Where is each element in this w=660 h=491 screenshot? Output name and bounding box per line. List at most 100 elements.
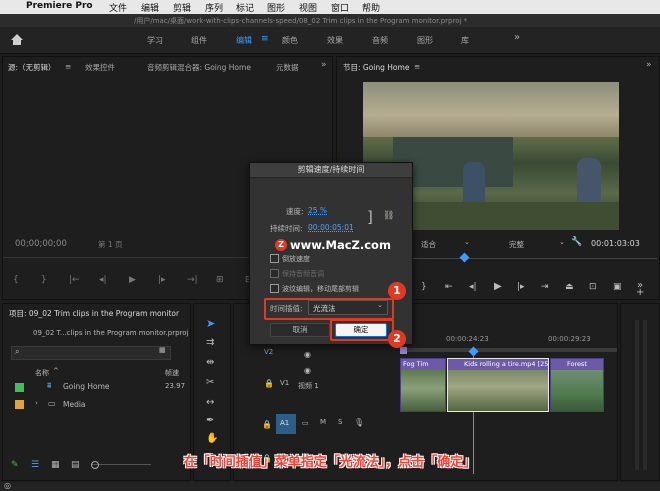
pen-tool-icon[interactable]: ✒ bbox=[206, 415, 214, 426]
program-goto-out-icon[interactable]: ⇥ bbox=[541, 282, 549, 292]
timeline-ruler[interactable] bbox=[400, 348, 617, 352]
track-a1-target[interactable]: A1 bbox=[276, 414, 296, 434]
track-v2-target[interactable]: V2 bbox=[264, 348, 273, 356]
a1-solo-button[interactable]: S bbox=[338, 418, 342, 426]
program-panel-menu-icon[interactable]: ≡ bbox=[414, 62, 420, 71]
workspace-libraries[interactable]: 库 bbox=[461, 35, 469, 46]
project-search-input[interactable]: ⌕ bbox=[11, 346, 171, 360]
duration-value[interactable]: 00:00:05:01 bbox=[308, 223, 354, 232]
clip-kids-rolling-tire[interactable]: Kids rolling a tire.mp4 [25% bbox=[447, 358, 549, 412]
source-insert-icon[interactable]: ⊞ bbox=[216, 275, 224, 285]
v1-eye-icon[interactable]: ◉ bbox=[304, 366, 311, 375]
speed-value[interactable]: 25 % bbox=[308, 206, 327, 215]
program-goto-in-icon[interactable]: ⇤ bbox=[445, 282, 453, 292]
hand-tool-icon[interactable]: ✋ bbox=[206, 433, 218, 444]
interp-select[interactable]: 光流法 ⌄ bbox=[308, 300, 388, 315]
ripple-edit-checkbox[interactable] bbox=[270, 284, 279, 293]
source-goto-in-icon[interactable]: |← bbox=[69, 275, 80, 285]
program-lift-icon[interactable]: ⏏ bbox=[565, 282, 574, 292]
tab-effect-controls[interactable]: 效果控件 bbox=[85, 62, 115, 73]
program-fit-select[interactable]: 适合 bbox=[421, 239, 436, 250]
program-quality-select[interactable]: 完整 bbox=[509, 239, 524, 250]
reverse-speed-checkbox[interactable] bbox=[270, 254, 279, 263]
menubar: Premiere Pro 文件 编辑 剪辑 序列 标记 图形 视图 窗口 帮助 bbox=[0, 0, 660, 14]
clip-fog[interactable]: Fog Tim bbox=[400, 358, 446, 412]
project-item-going-home[interactable]: Going Home bbox=[63, 382, 110, 391]
workspace-graphics[interactable]: 图形 bbox=[417, 35, 433, 46]
workspace-audio[interactable]: 音频 bbox=[372, 35, 388, 46]
workspace-overflow-icon[interactable]: » bbox=[514, 32, 520, 43]
sort-chevron-icon[interactable]: ^ bbox=[53, 367, 59, 375]
a1-mute-button[interactable]: M bbox=[320, 418, 326, 426]
settings-wrench-icon[interactable]: 🔧 bbox=[571, 237, 582, 247]
workspace-learn[interactable]: 学习 bbox=[147, 35, 163, 46]
source-mark-in-icon[interactable]: { bbox=[13, 275, 19, 285]
maintain-pitch-checkbox[interactable] bbox=[270, 269, 279, 278]
maintain-pitch-label: 保持音频音调 bbox=[282, 270, 324, 278]
app-menu[interactable]: Premiere Pro bbox=[26, 1, 93, 11]
menu-view[interactable]: 视图 bbox=[299, 1, 317, 14]
source-overflow-icon[interactable]: » bbox=[321, 60, 327, 70]
menu-edit[interactable]: 编辑 bbox=[141, 1, 159, 14]
tab-program[interactable]: 节目: Going Home bbox=[343, 62, 409, 73]
col-rate-header[interactable]: 帧速 bbox=[165, 368, 179, 378]
program-overflow-icon[interactable]: » bbox=[646, 60, 652, 70]
tab-source[interactable]: 源:（无剪辑） bbox=[8, 62, 56, 73]
program-extract-icon[interactable]: ⊡ bbox=[589, 282, 597, 292]
cancel-button[interactable]: 取消 bbox=[270, 323, 330, 337]
program-playhead[interactable] bbox=[459, 252, 470, 263]
workspace-effects[interactable]: 效果 bbox=[327, 35, 343, 46]
program-add-button-icon[interactable]: + bbox=[636, 287, 644, 298]
col-name-header[interactable]: 名称 bbox=[35, 368, 49, 378]
workspace-editing[interactable]: 编辑 bbox=[236, 35, 252, 46]
menu-help[interactable]: 帮助 bbox=[362, 1, 380, 14]
a1-mic-icon[interactable]: 🎙 bbox=[354, 418, 364, 427]
workspace-menu-icon[interactable]: ≡ bbox=[261, 34, 269, 44]
source-mark-out-icon[interactable]: } bbox=[41, 275, 47, 285]
selection-tool-icon[interactable]: ➤ bbox=[206, 317, 215, 330]
program-scrub-bar[interactable] bbox=[407, 258, 657, 259]
track-select-tool-icon[interactable]: ⇉ bbox=[206, 337, 214, 348]
program-mark-out-icon[interactable]: } bbox=[421, 282, 427, 292]
program-step-forward-icon[interactable]: |▸ bbox=[517, 282, 525, 292]
in-point-marker[interactable] bbox=[400, 347, 407, 354]
workspace-color[interactable]: 颜色 bbox=[282, 35, 298, 46]
v1-lock-icon[interactable]: 🔒 bbox=[264, 379, 274, 388]
ok-button[interactable]: 确定 bbox=[335, 323, 387, 337]
program-export-frame-icon[interactable]: ▣ bbox=[613, 282, 622, 292]
tab-audio-mixer[interactable]: 音频剪辑混合器: Going Home bbox=[147, 62, 251, 73]
expand-chevron-icon[interactable]: › bbox=[35, 399, 38, 407]
fit-dropdown-icon[interactable]: ⌄ bbox=[464, 238, 470, 246]
source-panel-menu-icon[interactable]: ≡ bbox=[65, 62, 71, 71]
source-step-back-icon[interactable]: ◂| bbox=[99, 275, 107, 285]
project-item-media[interactable]: Media bbox=[63, 400, 86, 409]
a1-sync-icon[interactable]: ▭ bbox=[302, 419, 309, 427]
watermark-text: www.MacZ.com bbox=[290, 238, 391, 252]
source-play-icon[interactable]: ▶ bbox=[129, 275, 136, 285]
a1-lock-icon[interactable]: 🔒 bbox=[262, 420, 272, 429]
menu-file[interactable]: 文件 bbox=[109, 1, 127, 14]
workspace-assembly[interactable]: 组件 bbox=[191, 35, 207, 46]
menu-sequence[interactable]: 序列 bbox=[205, 1, 223, 14]
tab-project[interactable]: 项目: 09_02 Trim clips in the Program moni… bbox=[9, 308, 179, 319]
razor-tool-icon[interactable]: ✂ bbox=[206, 377, 214, 388]
menu-graphics[interactable]: 图形 bbox=[267, 1, 285, 14]
source-timecode[interactable]: 00;00;00;00 bbox=[15, 239, 67, 249]
quality-dropdown-icon[interactable]: ⌄ bbox=[559, 238, 565, 246]
clip-forest[interactable]: Forest bbox=[550, 358, 604, 412]
tab-metadata[interactable]: 元数据 bbox=[276, 62, 299, 73]
track-v1-label[interactable]: V1 bbox=[280, 379, 289, 387]
program-step-back-icon[interactable]: ◂| bbox=[469, 282, 477, 292]
source-step-forward-icon[interactable]: |▸ bbox=[158, 275, 166, 285]
home-icon[interactable] bbox=[10, 33, 24, 46]
menu-window[interactable]: 窗口 bbox=[331, 1, 349, 14]
slip-tool-icon[interactable]: ↔ bbox=[206, 397, 214, 408]
ripple-edit-tool-icon[interactable]: ⇹ bbox=[206, 357, 214, 368]
link-toggle-icon[interactable]: ⛓ bbox=[383, 211, 394, 221]
source-goto-out-icon[interactable]: →| bbox=[187, 275, 198, 285]
menu-clip[interactable]: 剪辑 bbox=[173, 1, 191, 14]
new-bin-icon[interactable]: ▦ bbox=[159, 346, 166, 354]
v2-eye-icon[interactable]: ◉ bbox=[304, 350, 311, 359]
menu-marker[interactable]: 标记 bbox=[236, 1, 254, 14]
program-play-icon[interactable]: ▶ bbox=[494, 281, 502, 292]
